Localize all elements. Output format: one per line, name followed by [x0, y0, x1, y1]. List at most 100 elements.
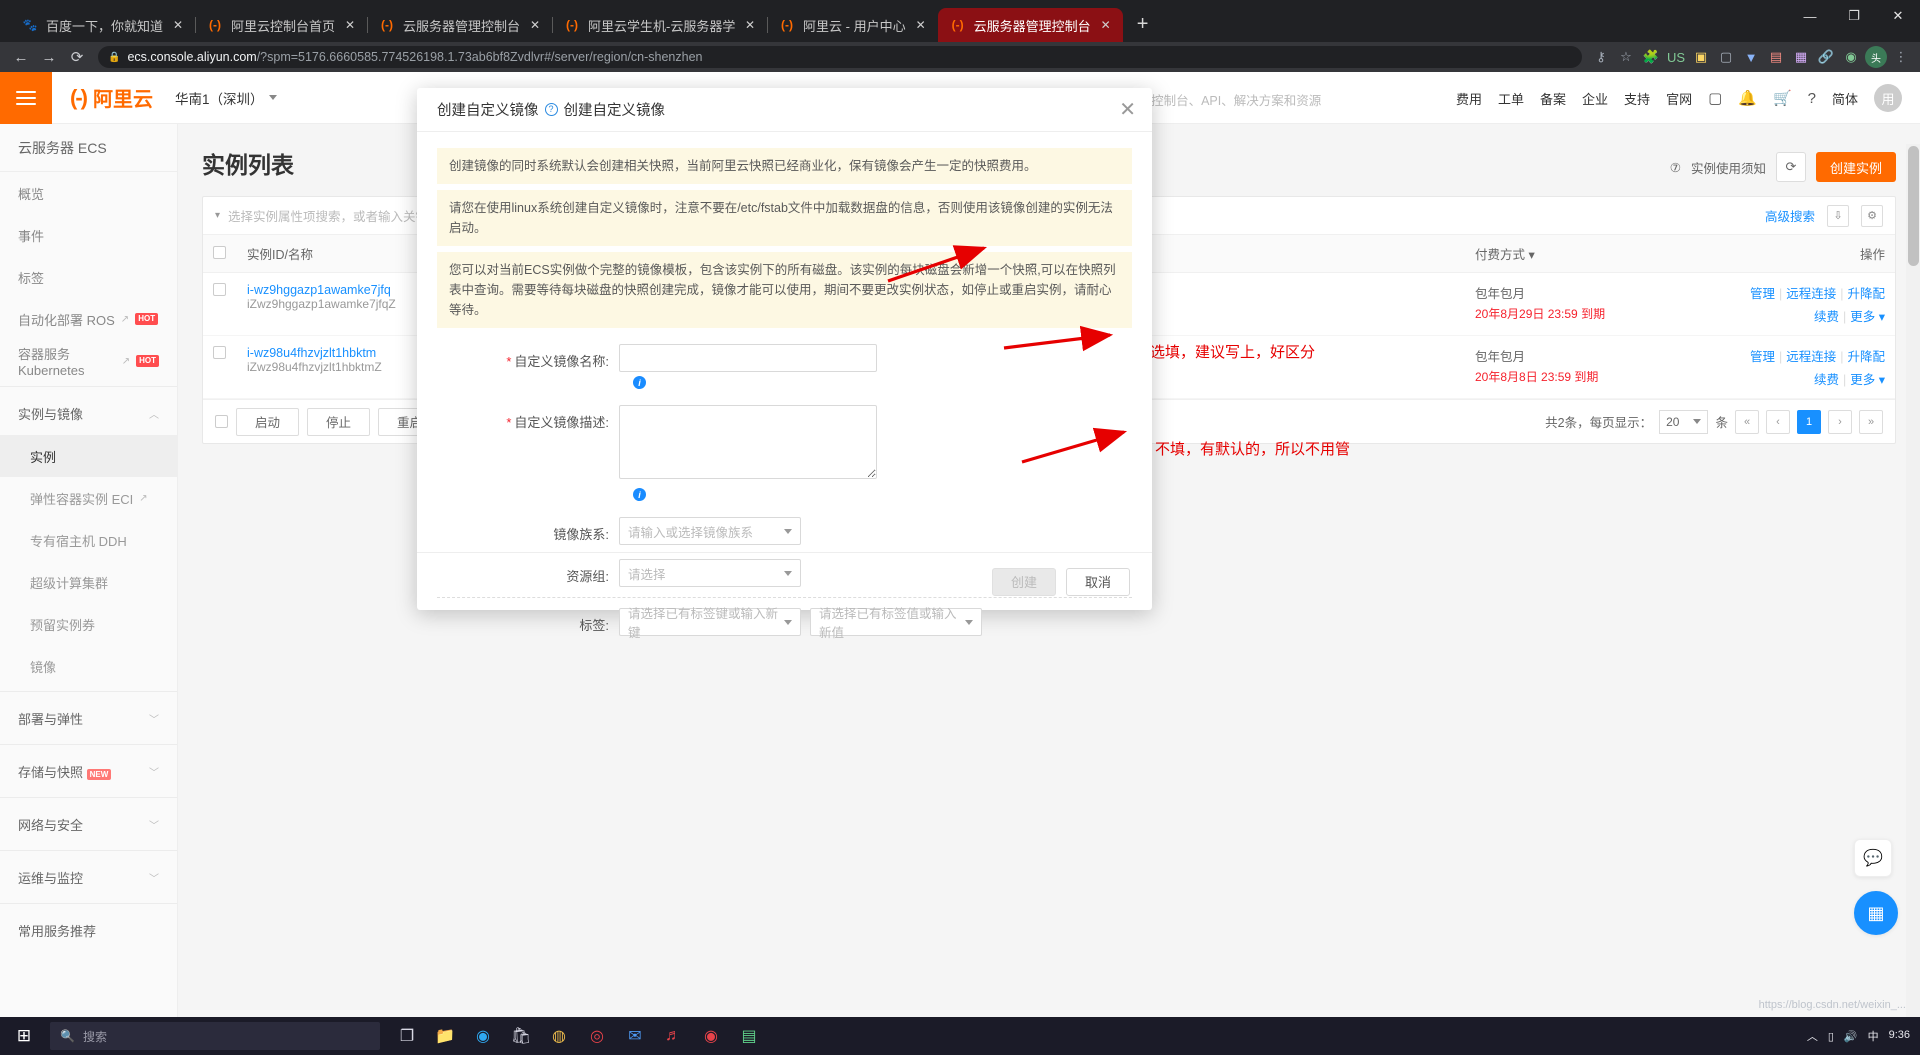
stop-button[interactable]: 停止: [307, 407, 371, 436]
page-size-select[interactable]: 20: [1659, 409, 1709, 434]
ime-icon[interactable]: 中: [1868, 1028, 1879, 1044]
browser-tab-4[interactable]: (-) 阿里云 - 用户中心 ✕: [767, 8, 939, 42]
volume-icon[interactable]: 🔊: [1844, 1030, 1858, 1043]
download-icon[interactable]: ▼: [1740, 46, 1762, 68]
tab-close-icon[interactable]: ✕: [741, 16, 759, 34]
star-icon[interactable]: ☆: [1615, 46, 1637, 68]
key-icon[interactable]: ⚷: [1590, 46, 1612, 68]
profile-avatar[interactable]: 头: [1865, 46, 1887, 68]
pagination-next[interactable]: ›: [1828, 409, 1852, 434]
folder-icon[interactable]: 📁: [428, 1019, 462, 1053]
region-selector[interactable]: 华南1（深圳）: [175, 88, 277, 108]
nav-item-website[interactable]: 官网: [1666, 89, 1692, 108]
link-icon[interactable]: 🔗: [1815, 46, 1837, 68]
op-renew[interactable]: 续费: [1814, 373, 1839, 387]
apps-icon[interactable]: ▦: [1854, 891, 1898, 935]
tab-close-icon[interactable]: ✕: [912, 16, 930, 34]
windows-icon[interactable]: ⊞: [0, 1017, 48, 1055]
advanced-search-link[interactable]: 高级搜索: [1765, 206, 1815, 225]
op-manage[interactable]: 管理: [1750, 350, 1775, 364]
page-scrollbar[interactable]: [1906, 144, 1920, 1055]
sidebar-group-ops-monitor[interactable]: 运维与监控 ﹀: [0, 855, 177, 899]
op-resize[interactable]: 升降配: [1847, 287, 1885, 301]
browser-tab-2[interactable]: (-) 云服务器管理控制台 ✕: [367, 8, 554, 42]
window-icon[interactable]: ▢: [1708, 89, 1722, 107]
reload-button[interactable]: ⟳: [64, 44, 90, 70]
sidebar-item-recommended-services[interactable]: 常用服务推荐: [0, 908, 177, 952]
sidebar-item-reserved-instance[interactable]: 预留实例券: [0, 603, 177, 645]
pagination-last[interactable]: »: [1859, 409, 1883, 434]
maximize-button[interactable]: ❐: [1832, 0, 1876, 32]
close-icon[interactable]: ✕: [1119, 100, 1136, 120]
music-icon[interactable]: ♬: [656, 1019, 690, 1053]
sidebar-item-ros[interactable]: 自动化部署 ROS ↗ HOT: [0, 298, 177, 340]
export-icon[interactable]: ⇩: [1827, 204, 1849, 227]
mail-icon[interactable]: ✉: [618, 1019, 652, 1053]
sidebar-item-eci[interactable]: 弹性容器实例 ECI ↗: [0, 477, 177, 519]
wechat-icon[interactable]: ◎: [580, 1019, 614, 1053]
more-icon[interactable]: ⋮: [1890, 46, 1912, 68]
pagination-current-page[interactable]: 1: [1797, 409, 1821, 434]
address-bar[interactable]: 🔒 ecs.console.aliyun.com /?spm=5176.6660…: [98, 46, 1582, 68]
hamburger-icon[interactable]: [0, 72, 52, 124]
network-icon[interactable]: ▯: [1828, 1030, 1834, 1043]
task-view-icon[interactable]: ❐: [390, 1019, 424, 1053]
sidebar-item-images[interactable]: 镜像: [0, 645, 177, 687]
scrollbar-thumb[interactable]: [1908, 146, 1919, 266]
chevron-down-icon[interactable]: ▾: [215, 210, 220, 221]
window-close-button[interactable]: ✕: [1876, 0, 1920, 32]
browser-tab-3[interactable]: (-) 阿里云学生机-云服务器学生机优 ✕: [552, 8, 769, 42]
start-button[interactable]: 启动: [236, 407, 300, 436]
gear-icon[interactable]: ⚙: [1861, 204, 1883, 227]
instance-usage-link[interactable]: 实例使用须知: [1691, 158, 1766, 177]
minimize-button[interactable]: —: [1788, 0, 1832, 32]
sidebar-group-deploy-elastic[interactable]: 部署与弹性 ﹀: [0, 696, 177, 740]
create-instance-button[interactable]: 创建实例: [1815, 152, 1896, 182]
op-remote[interactable]: 远程连接: [1786, 287, 1836, 301]
create-button[interactable]: 创建: [991, 567, 1056, 596]
op-more[interactable]: 更多: [1850, 310, 1875, 324]
locale-switch[interactable]: 简体: [1832, 89, 1858, 108]
op-manage[interactable]: 管理: [1750, 287, 1775, 301]
browser-icon[interactable]: ◉: [694, 1019, 728, 1053]
nav-item-fee[interactable]: 费用: [1456, 89, 1482, 108]
tab-close-icon[interactable]: ✕: [1097, 16, 1115, 34]
sidebar-item-tags[interactable]: 标签: [0, 256, 177, 298]
op-more[interactable]: 更多: [1850, 373, 1875, 387]
aliyun-logo[interactable]: (-) 阿里云: [70, 83, 153, 112]
op-resize[interactable]: 升降配: [1847, 350, 1885, 364]
sidebar-group-storage-snapshot[interactable]: 存储与快照 NEW ﹀: [0, 749, 177, 793]
sidebar-item-kubernetes[interactable]: 容器服务 Kubernetes ↗ HOT: [0, 340, 177, 382]
question-icon[interactable]: ?: [544, 103, 558, 116]
us-icon[interactable]: US: [1665, 46, 1687, 68]
notes-icon[interactable]: ▤: [732, 1019, 766, 1053]
tag-key-select[interactable]: 请选择已有标签键或输入新键: [619, 607, 801, 640]
sidebar-item-events[interactable]: 事件: [0, 214, 177, 256]
bell-icon[interactable]: 🔔: [1738, 89, 1757, 107]
nav-item-ticket[interactable]: 工单: [1498, 89, 1524, 108]
taskbar-search[interactable]: 🔍 搜索: [50, 1022, 380, 1050]
tab-close-icon[interactable]: ✕: [169, 16, 187, 34]
sidebar-item-ddh[interactable]: 专有宿主机 DDH: [0, 519, 177, 561]
sidebar-item-overview[interactable]: 概览: [0, 172, 177, 214]
edge-icon[interactable]: ◉: [466, 1019, 500, 1053]
chat-icon[interactable]: 💬: [1854, 839, 1892, 877]
op-renew[interactable]: 续费: [1814, 310, 1839, 324]
tag-value-select[interactable]: 请选择已有标签值或输入新值: [810, 607, 982, 640]
shield-icon[interactable]: ◉: [1840, 46, 1862, 68]
image-desc-textarea[interactable]: [619, 405, 877, 479]
new-tab-button[interactable]: +: [1129, 10, 1157, 38]
up-arrow-icon[interactable]: ︿: [1807, 1028, 1818, 1044]
help-icon[interactable]: ?: [1808, 90, 1816, 107]
sidebar-item-instances[interactable]: 实例: [0, 435, 177, 477]
refresh-icon[interactable]: ⟳: [1775, 152, 1806, 182]
image-icon[interactable]: ▣: [1690, 46, 1712, 68]
browser-tab-0[interactable]: 🐾 百度一下，你就知道 ✕: [10, 8, 197, 42]
back-button[interactable]: ←: [8, 44, 34, 70]
row-checkbox[interactable]: [213, 283, 226, 296]
row-checkbox[interactable]: [213, 346, 226, 359]
op-remote[interactable]: 远程连接: [1786, 350, 1836, 364]
image-name-input[interactable]: [619, 344, 877, 372]
user-avatar[interactable]: 用: [1874, 84, 1902, 112]
browser-tab-1[interactable]: (-) 阿里云控制台首页 ✕: [195, 8, 369, 42]
